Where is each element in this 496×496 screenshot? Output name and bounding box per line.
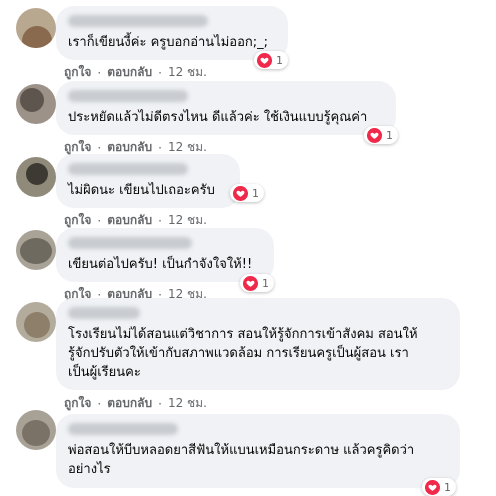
separator-dot: · <box>97 140 102 155</box>
commenter-name[interactable] <box>68 15 208 27</box>
like-link[interactable]: ถูกใจ <box>64 394 91 413</box>
timestamp-link[interactable]: 12 ชม. <box>168 394 207 413</box>
comment-text: โรงเรียนไม่ได้สอนแต่วิชาการ สอนให้รู้จัก… <box>68 327 418 380</box>
reaction-count: 1 <box>262 276 269 290</box>
comment-text: เราก็เขียนงี้ค่ะ ครูบอกอ่านไม่ออก;_; <box>68 35 269 50</box>
heart-icon <box>425 479 440 495</box>
separator-dot: · <box>97 213 102 228</box>
commenter-name[interactable] <box>68 90 188 102</box>
reply-link[interactable]: ตอบกลับ <box>107 63 152 82</box>
reply-link[interactable]: ตอบกลับ <box>107 394 152 413</box>
reaction-count: 1 <box>276 53 283 67</box>
heart-icon <box>243 275 258 291</box>
reaction-count: 1 <box>444 480 451 494</box>
heart-icon <box>367 127 382 143</box>
separator-dot: · <box>97 65 102 80</box>
avatar[interactable] <box>16 302 56 342</box>
comment-actions: ถูกใจ · ตอบกลับ · 12 ชม. <box>64 63 207 82</box>
comment-bubble: ประหยัดแล้วไม่ดีตรงไหน ดีแล้วค่ะ ใช้เงิน… <box>56 81 396 135</box>
comment-text: ประหยัดแล้วไม่ดีตรงไหน ดีแล้วค่ะ ใช้เงิน… <box>68 110 368 125</box>
comment-bubble: เราก็เขียนงี้ค่ะ ครูบอกอ่านไม่ออก;_; <box>56 6 288 60</box>
reaction-badge[interactable]: 1 <box>364 126 398 144</box>
comment-bubble: โรงเรียนไม่ได้สอนแต่วิชาการ สอนให้รู้จัก… <box>56 298 460 390</box>
comment-bubble: เขียนต่อไปครับ! เป็นกำจังใจให้!! <box>56 228 274 282</box>
heart-icon <box>257 52 272 68</box>
comment-text: ไม่ผิดนะ เขียนไปเถอะครับ <box>68 183 215 198</box>
comment-text: พ่อสอนให้บีบหลอดยาสีฟันให้แบนเหมือนกระดา… <box>68 443 415 477</box>
comment-text: เขียนต่อไปครับ! เป็นกำจังใจให้!! <box>68 257 253 272</box>
reaction-badge[interactable]: 1 <box>254 51 288 69</box>
comment-bubble: พ่อสอนให้บีบหลอดยาสีฟันให้แบนเหมือนกระดา… <box>56 414 460 488</box>
comment-bubble: ไม่ผิดนะ เขียนไปเถอะครับ <box>56 154 240 208</box>
separator-dot: · <box>158 396 162 411</box>
commenter-name[interactable] <box>68 163 188 175</box>
avatar[interactable] <box>16 8 56 48</box>
reaction-badge[interactable]: 1 <box>240 274 274 292</box>
like-link[interactable]: ถูกใจ <box>64 63 91 82</box>
reaction-badge[interactable]: 1 <box>422 478 456 496</box>
separator-dot: · <box>158 213 162 228</box>
reaction-badge[interactable]: 1 <box>230 184 264 202</box>
commenter-name[interactable] <box>68 423 178 435</box>
avatar[interactable] <box>16 84 56 124</box>
timestamp-link[interactable]: 12 ชม. <box>168 63 207 82</box>
comment-actions: ถูกใจ · ตอบกลับ · 12 ชม. <box>64 394 207 413</box>
heart-icon <box>233 185 248 201</box>
commenter-name[interactable] <box>68 307 140 319</box>
reaction-count: 1 <box>252 186 259 200</box>
reaction-count: 1 <box>386 128 393 142</box>
avatar[interactable] <box>16 410 56 450</box>
avatar[interactable] <box>16 157 56 197</box>
separator-dot: · <box>97 396 102 411</box>
commenter-name[interactable] <box>68 237 192 249</box>
separator-dot: · <box>158 65 162 80</box>
avatar[interactable] <box>16 230 56 270</box>
separator-dot: · <box>158 140 162 155</box>
